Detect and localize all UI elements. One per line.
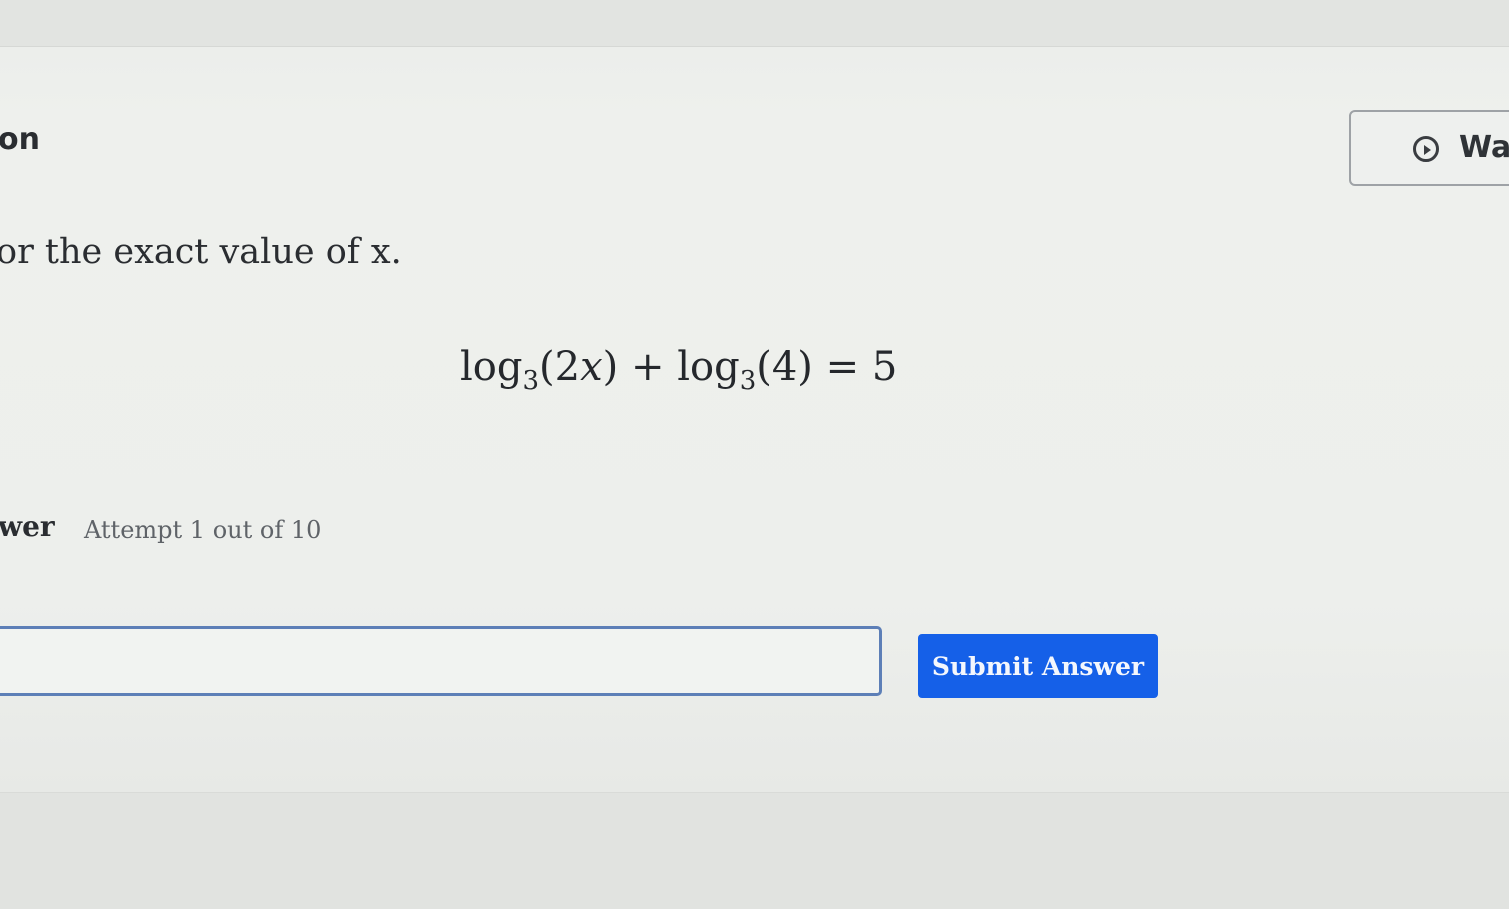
equation: log3(2x) + log3(4) = 5 [460, 344, 897, 396]
section-title: on [0, 122, 40, 157]
submit-answer-button[interactable]: Submit Answer [918, 634, 1158, 698]
equation-plus: + [618, 344, 678, 390]
answer-input[interactable] [0, 626, 882, 696]
equation-arg-2: (4) [756, 344, 813, 390]
equation-arg-close: ) [602, 344, 619, 390]
top-toolbar-strip [0, 0, 1509, 47]
watch-video-label: Wa [1459, 130, 1509, 165]
equation-rhs: 5 [871, 344, 898, 390]
equation-log-2: log [677, 344, 740, 390]
equation-arg-open: (2 [539, 344, 581, 390]
watch-video-button[interactable]: Wa [1349, 110, 1509, 186]
equation-variable-x: x [580, 344, 603, 390]
equation-log-1: log [460, 344, 523, 390]
play-circle-icon [1413, 136, 1439, 162]
bottom-strip [0, 792, 1509, 909]
equation-base-2: 3 [739, 366, 757, 396]
question-instruction: or the exact value of x. [0, 232, 402, 272]
attempt-counter: Attempt 1 out of 10 [84, 516, 322, 544]
answer-label: wer [0, 510, 55, 543]
equation-equals: = [812, 344, 872, 390]
page-background [0, 0, 1509, 908]
equation-base-1: 3 [522, 366, 540, 396]
